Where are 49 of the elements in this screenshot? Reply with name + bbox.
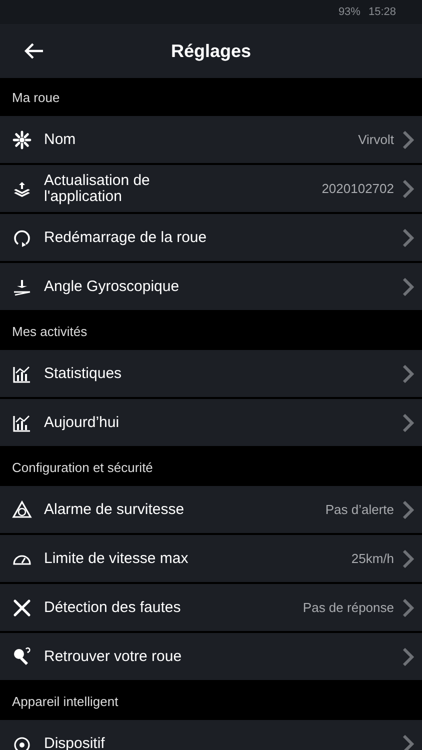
row-label: Nom — [44, 132, 77, 148]
section-heading: Mes activités — [12, 324, 88, 338]
row-label: Aujourd’hui — [44, 414, 120, 430]
chevron-icon — [402, 228, 414, 246]
section-heading: Configuration et sécurité — [12, 460, 153, 474]
row-label: Angle Gyroscopique — [44, 278, 180, 294]
refresh-icon — [12, 228, 32, 248]
chevron-icon — [402, 414, 414, 432]
row-value: 2020102702 — [322, 181, 394, 196]
bar-chart-icon — [12, 412, 32, 432]
clock-time: 15:28 — [368, 6, 396, 18]
settings-row[interactable]: Alarme de survitesse Pas d’alerte — [0, 486, 422, 533]
chevron-icon — [402, 364, 414, 382]
speed-warning-icon — [12, 500, 32, 520]
row-label: Détection des fautes — [44, 600, 182, 616]
section-heading: Ma roue — [12, 90, 60, 104]
bar-chart-icon — [12, 364, 32, 384]
chevron-icon — [402, 500, 414, 518]
settings-row[interactable]: Retrouver votre roue — [0, 633, 422, 680]
settings-row[interactable]: Limite de vitesse max 25km/h — [0, 535, 422, 582]
page-title: Réglages — [170, 40, 252, 62]
chevron-icon — [402, 278, 414, 296]
chevron-icon — [402, 598, 414, 616]
row-label: Limite de vitesse max — [44, 550, 190, 566]
section-heading: Appareil intelligent — [12, 694, 118, 708]
chevron-icon — [402, 648, 414, 666]
chevron-icon — [402, 180, 414, 198]
settings-row[interactable]: Actualisation de l'application 2020102702 — [0, 165, 422, 212]
battery-level: 93% — [338, 6, 360, 18]
row-label: Retrouver votre roue — [44, 648, 183, 664]
settings-row[interactable]: Aujourd’hui — [0, 399, 422, 446]
row-value: Pas de réponse — [302, 600, 394, 615]
row-label: Redémarrage de la roue — [44, 230, 208, 246]
chevron-icon — [402, 734, 414, 750]
row-label: Statistiques — [44, 366, 123, 382]
row-label: Actualisation de l'application — [44, 172, 151, 204]
settings-row[interactable]: Détection des fautes Pas de réponse — [0, 584, 422, 631]
settings-row[interactable]: Redémarrage de la roue — [0, 214, 422, 261]
flower-icon — [12, 130, 32, 150]
row-value: Virvolt — [358, 132, 394, 147]
row-label: Alarme de survitesse — [44, 502, 186, 518]
settings-row[interactable]: Angle Gyroscopique — [0, 263, 422, 310]
row-value: Pas d’alerte — [325, 502, 394, 517]
back-arrow-icon[interactable] — [24, 42, 44, 60]
settings-row[interactable]: Nom Virvolt — [0, 116, 422, 163]
chevron-icon — [402, 130, 414, 148]
settings-row[interactable]: Statistiques — [0, 350, 422, 397]
row-value: 25km/h — [351, 551, 394, 566]
chevron-icon — [402, 550, 414, 568]
